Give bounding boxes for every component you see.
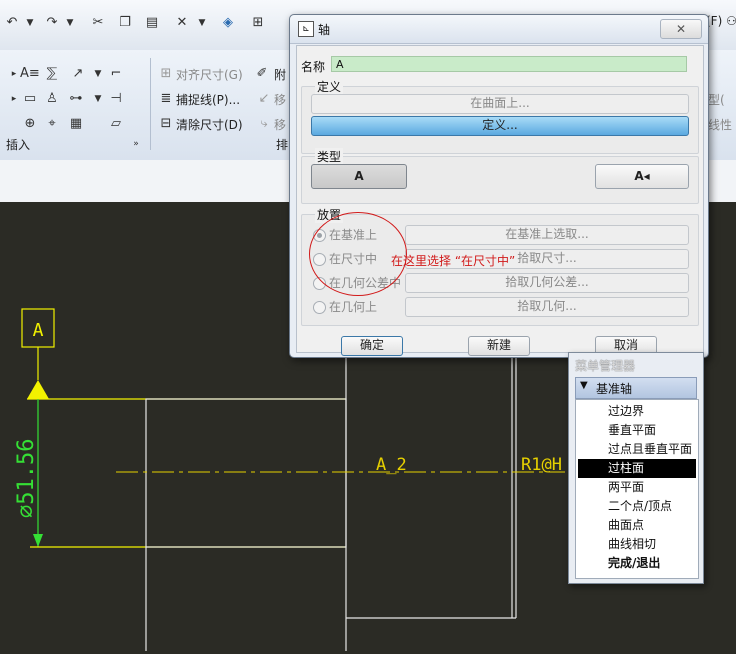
toolbar-right-edge: (F) ⚇ (706, 14, 736, 28)
close-icon[interactable]: ✕ (660, 19, 702, 39)
tolerance-icon[interactable]: ↗ (70, 66, 86, 82)
dialog-body: 名称 A 定义 在曲面上... 定义... 类型 A A◂ 放置 在基准上 在基… (296, 45, 704, 356)
axis-label[interactable]: A_2 (376, 455, 407, 475)
menu-item-normal-plane[interactable]: 垂直平面 (578, 421, 696, 440)
type-legend: 类型 (315, 148, 344, 165)
radio-label-on-geometry: 在几何上 (329, 300, 378, 314)
redo-dropdown-icon[interactable]: ▼ (62, 15, 78, 31)
attach-partial-label[interactable]: 附 (274, 66, 286, 83)
clear-dimension-icon[interactable]: ⊟ (158, 116, 174, 132)
move-partial-label[interactable]: 移 (274, 91, 286, 108)
ribbon-group-arrange: 排 (276, 138, 289, 152)
menu-header[interactable]: ▼ 基准轴 (575, 377, 697, 399)
menu-item-tangent-curve[interactable]: 曲线相切 (578, 535, 696, 554)
ribbon-group-insert: 插入 (6, 138, 31, 152)
tree-icon[interactable]: ⊞ (250, 15, 266, 31)
dimension-arrow-icon (33, 534, 43, 547)
menu-item-two-planes[interactable]: 两平面 (578, 478, 696, 497)
arrow-icon[interactable]: ▸ (6, 91, 22, 107)
datum-label: A (33, 320, 44, 341)
datum-feature-icon[interactable]: ▭ (22, 91, 38, 107)
delete-x-icon[interactable]: ✕ (174, 15, 190, 31)
name-label: 名称 (301, 60, 326, 74)
cut-icon[interactable]: ✂ (90, 15, 106, 31)
group-divider (150, 58, 151, 150)
symbol-icon[interactable]: ⊶ (68, 91, 84, 107)
align-dimension-button[interactable]: 对齐尺寸(G) (176, 66, 243, 83)
redo-icon[interactable]: ↷ (44, 15, 60, 31)
part-outline[interactable] (145, 398, 347, 548)
hatch-icon[interactable]: ▱ (108, 116, 124, 132)
datum-target-icon[interactable]: ⌖ (44, 116, 60, 132)
clear-dimension-button[interactable]: 清除尺寸(D) (176, 116, 243, 133)
delete-dropdown-icon[interactable]: ▼ (194, 15, 210, 31)
edge-label: R1@H (521, 455, 562, 475)
leader-icon[interactable]: ⅀ (44, 66, 60, 82)
dropdown-icon[interactable]: ▼ (90, 66, 106, 82)
align-dimension-icon[interactable]: ⊞ (158, 66, 174, 82)
dropdown-icon[interactable]: ▼ (90, 91, 106, 107)
type-a-button[interactable]: A (311, 164, 407, 189)
menu-item-done-quit[interactable]: 完成/退出 (578, 554, 696, 573)
note-icon[interactable]: ⊣ (108, 91, 124, 107)
paste-icon[interactable]: ▤ (144, 15, 160, 31)
datum-triangle-icon (27, 380, 49, 399)
menu-manager-title: 菜单管理器 (575, 359, 636, 373)
pick-gtol-button[interactable]: 拾取几何公差... (405, 273, 689, 293)
menu-header-label: 基准轴 (596, 382, 633, 396)
attach-icon[interactable]: ✐ (254, 66, 270, 82)
move-partial-label-2[interactable]: 移 (274, 116, 286, 133)
axis-dialog-icon: ⊾ (298, 21, 314, 37)
undo-dropdown-icon[interactable]: ▼ (22, 15, 38, 31)
pick-geometry-button[interactable]: 拾取几何... (405, 297, 689, 317)
axis-dialog: ⊾ 轴 ✕ 名称 A 定义 在曲面上... 定义... 类型 A A◂ 放置 在… (289, 14, 709, 358)
diameter-dimension[interactable]: ⌀51.56 (14, 439, 39, 518)
pick-on-datum-button[interactable]: 在基准上选取... (405, 225, 689, 245)
right-partial-label-2: 线性 (708, 118, 733, 132)
ok-button[interactable]: 确定 (341, 336, 403, 356)
define-button[interactable]: 定义... (311, 116, 689, 136)
menu-manager: 菜单管理器 ▼ 基准轴 过边界 垂直平面 过点且垂直平面 过柱面 两平面 二个点… (568, 352, 704, 584)
menu-item-point-on-surface[interactable]: 曲面点 (578, 516, 696, 535)
new-button[interactable]: 新建 (468, 336, 530, 356)
type-a-arrow-button[interactable]: A◂ (595, 164, 689, 189)
radio-on-geometry[interactable] (313, 301, 326, 314)
name-field[interactable]: A (331, 56, 687, 72)
menu-item-through-cylinder[interactable]: 过柱面 (578, 459, 696, 478)
menu-item-two-points[interactable]: 二个点/顶点 (578, 497, 696, 516)
group-expand-icon[interactable]: » (128, 136, 144, 152)
move-icon[interactable]: ⤷ (256, 116, 272, 132)
menu-item-through-edge[interactable]: 过边界 (578, 402, 696, 421)
capture-line-icon[interactable]: ≣ (158, 91, 174, 107)
collapse-triangle-icon: ▼ (580, 380, 588, 391)
dialog-titlebar[interactable]: ⊾ 轴 ✕ (290, 15, 708, 44)
undo-icon[interactable]: ↶ (4, 15, 20, 31)
define-legend: 定义 (315, 78, 344, 95)
weld-icon[interactable]: ♙ (44, 91, 60, 107)
text-style-icon[interactable]: A≡ (20, 66, 40, 82)
balloon-icon[interactable]: ⊕ (22, 116, 38, 132)
move-icon[interactable]: ↙ (256, 91, 272, 107)
dialog-title: 轴 (318, 23, 331, 37)
layers-icon[interactable]: ◈ (220, 15, 236, 31)
copy-icon[interactable]: ❐ (117, 15, 133, 31)
menu-list: 过边界 垂直平面 过点且垂直平面 过柱面 两平面 二个点/顶点 曲面点 曲线相切… (575, 399, 699, 579)
annotation-text: 在这里选择 “在尺寸中” (391, 254, 516, 268)
menu-item-point-normal-plane[interactable]: 过点且垂直平面 (578, 440, 696, 459)
surface-finish-icon[interactable]: ⌐ (108, 66, 124, 82)
grid-icon[interactable]: ▦ (68, 116, 84, 132)
on-surface-button[interactable]: 在曲面上... (311, 94, 689, 114)
capture-line-button[interactable]: 捕捉线(P)... (176, 91, 240, 108)
right-partial-label-1: 型( (708, 93, 725, 107)
